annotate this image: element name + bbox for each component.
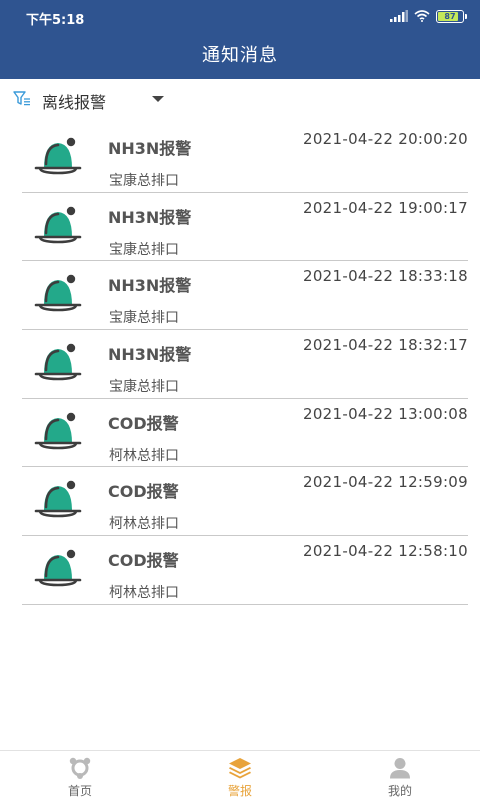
alert-location: 宝康总排口 <box>109 173 179 189</box>
alert-list-item[interactable]: COD报警 2021-04-22 13:00:08 柯林总排口 <box>22 399 468 468</box>
alert-list-item[interactable]: NH3N报警 2021-04-22 19:00:17 宝康总排口 <box>22 193 468 262</box>
tab-alerts-label: 警报 <box>227 784 252 798</box>
tab-profile[interactable]: 我的 <box>320 751 480 800</box>
bell-icon <box>34 481 82 518</box>
alert-title: NH3N报警 <box>108 207 192 227</box>
alert-location: 宝康总排口 <box>109 310 179 327</box>
alert-title: COD报警 <box>108 482 179 502</box>
alert-location: 宝康总排口 <box>109 241 179 258</box>
filter-dropdown[interactable]: 离线报警 <box>0 79 480 121</box>
alert-location: 柯林总排口 <box>109 585 179 602</box>
alert-list-item[interactable]: NH3N报警 2021-04-22 18:32:17 宝康总排口 <box>22 330 468 399</box>
alert-timestamp: 2021-04-22 20:00:20 <box>302 130 468 148</box>
alert-list-item[interactable]: NH3N报警 2021-04-22 20:00:20 宝康总排口 <box>22 124 468 193</box>
user-icon <box>390 758 410 779</box>
bell-icon <box>34 412 82 450</box>
tab-home[interactable]: 首页 <box>0 751 160 800</box>
battery-icon: 87 <box>436 9 467 23</box>
alert-list-item[interactable]: NH3N报警 2021-04-22 18:33:18 宝康总排口 <box>22 261 468 331</box>
page-title: 通知消息 <box>202 45 278 66</box>
tab-alerts[interactable]: 警报 <box>160 751 320 800</box>
status-icons: 87 <box>390 9 467 23</box>
chevron-down-icon <box>152 96 164 102</box>
alert-location: 宝康总排口 <box>109 379 179 396</box>
bell-icon <box>34 137 82 175</box>
bell-icon <box>34 206 82 243</box>
status-time: 下午5:18 <box>26 13 85 28</box>
alert-timestamp: 2021-04-22 12:58:10 <box>302 542 468 561</box>
alert-title: COD报警 <box>108 413 179 433</box>
alert-title: NH3N报警 <box>108 345 192 365</box>
alert-title: NH3N报警 <box>108 139 192 158</box>
tab-profile-label: 我的 <box>387 784 412 798</box>
alert-timestamp: 2021-04-22 13:00:08 <box>302 404 468 423</box>
battery-level: 87 <box>444 11 456 21</box>
alert-title: COD报警 <box>108 551 179 571</box>
alert-list-item[interactable]: COD报警 2021-04-22 12:59:09 柯林总排口 <box>22 467 468 537</box>
status-bar: 下午5:18 87 <box>0 0 480 32</box>
alert-timestamp: 2021-04-22 19:00:17 <box>302 198 468 217</box>
bell-icon <box>34 343 82 381</box>
signal-icon <box>390 10 408 22</box>
tab-home-label: 首页 <box>67 784 92 798</box>
alert-location: 柯林总排口 <box>109 447 179 464</box>
alert-timestamp: 2021-04-22 18:33:18 <box>302 267 468 286</box>
home-icon <box>69 757 91 779</box>
filter-selected-value: 离线报警 <box>42 93 107 112</box>
layers-icon <box>229 758 251 779</box>
alert-location: 柯林总排口 <box>109 516 179 533</box>
alert-list-item[interactable]: COD报警 2021-04-22 12:58:10 柯林总排口 <box>22 536 468 605</box>
alert-timestamp: 2021-04-22 18:32:17 <box>302 336 468 355</box>
wifi-icon <box>414 10 430 22</box>
bell-icon <box>34 275 82 312</box>
bell-icon <box>34 549 82 587</box>
alert-timestamp: 2021-04-22 12:59:09 <box>302 473 468 492</box>
alert-list: NH3N报警 2021-04-22 20:00:20 宝康总排口 NH3N报警 2021… <box>0 124 480 605</box>
alert-title: NH3N报警 <box>108 276 192 296</box>
app-header: 下午5:18 87 通知消息 <box>0 0 480 79</box>
bottom-tab-bar: 首页 警报 我的 <box>0 750 480 800</box>
filter-icon <box>13 91 30 106</box>
